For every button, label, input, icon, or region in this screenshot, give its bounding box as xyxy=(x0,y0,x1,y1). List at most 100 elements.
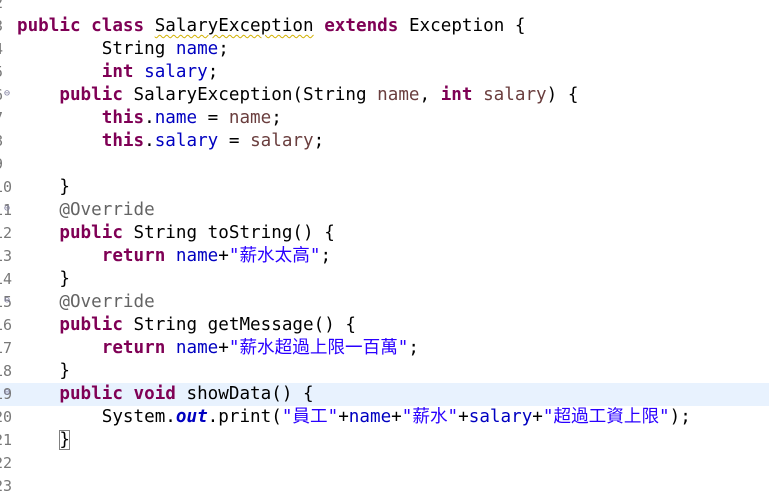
code-token: int xyxy=(440,85,473,105)
code-line[interactable]: 9 xyxy=(0,153,769,176)
line-number: 23 xyxy=(0,477,13,495)
line-number: 3 xyxy=(0,15,3,38)
code-line[interactable]: 15⊖ @Override xyxy=(0,291,769,314)
code-text[interactable]: this.salary = salary; xyxy=(17,130,324,153)
code-text[interactable]: } xyxy=(17,429,70,452)
code-line[interactable]: 20 System.out.print("員工"+name+"薪水"+salar… xyxy=(0,406,769,429)
code-token: } xyxy=(17,269,70,289)
fold-collapse-icon[interactable]: ⊖ xyxy=(4,295,10,307)
code-line[interactable]: 23 xyxy=(0,475,769,498)
code-text[interactable]: public class SalaryException extends Exc… xyxy=(17,15,525,38)
code-token: void xyxy=(133,384,176,404)
code-line[interactable]: 2 xyxy=(0,0,769,15)
code-token: , xyxy=(419,85,441,105)
code-text[interactable]: public SalaryException(String name, int … xyxy=(17,84,578,107)
code-line[interactable]: 19⊖ public void showData() { xyxy=(0,383,769,406)
code-text[interactable]: } xyxy=(17,176,70,199)
fold-collapse-icon[interactable]: ⊖ xyxy=(4,387,10,399)
code-editor[interactable]: 23 public class SalaryException extends E… xyxy=(0,0,769,495)
code-line[interactable]: 10 } xyxy=(0,176,769,199)
code-token: ; xyxy=(271,108,282,128)
code-text[interactable]: @Override xyxy=(17,291,154,314)
code-token: Exception { xyxy=(398,16,526,36)
code-text[interactable]: return name+"薪水超過上限一百萬"; xyxy=(17,337,419,360)
code-line[interactable]: 6⊖ public SalaryException(String name, i… xyxy=(0,84,769,107)
code-text[interactable]: public void showData() { xyxy=(17,383,313,406)
code-line[interactable]: 22 xyxy=(0,452,769,475)
code-line[interactable]: 12 public String toString() { xyxy=(0,222,769,245)
line-gutter: 11⊖ xyxy=(0,199,14,222)
line-number: 13 xyxy=(0,247,13,265)
line-number: 16 xyxy=(0,316,13,334)
code-line[interactable]: 7 this.name = name; xyxy=(0,107,769,130)
code-token: ; xyxy=(313,131,325,151)
code-token: name xyxy=(154,108,198,128)
code-token: salary xyxy=(468,407,533,427)
code-text[interactable]: public String toString() { xyxy=(17,222,334,245)
code-token: ; xyxy=(408,338,419,358)
line-gutter: 16 xyxy=(0,314,14,337)
code-token: + xyxy=(391,407,402,427)
code-token: + xyxy=(338,407,349,427)
line-number: 2 xyxy=(0,0,3,15)
code-token: this xyxy=(101,131,145,151)
code-line[interactable]: 21 } xyxy=(0,429,769,452)
code-line[interactable]: 3 public class SalaryException extends Ex… xyxy=(0,15,769,38)
code-line[interactable]: 4 String name; xyxy=(0,38,769,61)
code-text[interactable]: } xyxy=(17,360,70,383)
code-text[interactable]: } xyxy=(17,268,70,291)
code-text[interactable]: int salary; xyxy=(17,61,219,84)
code-line[interactable]: 11⊖ @Override xyxy=(0,199,769,222)
line-gutter: 9 xyxy=(0,153,14,176)
code-token: salary xyxy=(154,131,219,151)
line-gutter: 19⊖ xyxy=(0,383,14,406)
code-token: public xyxy=(59,85,123,105)
line-gutter: 3 xyxy=(0,15,14,38)
line-number: 7 xyxy=(0,107,3,130)
code-line[interactable]: 18 } xyxy=(0,360,769,383)
line-gutter: 23 xyxy=(0,475,14,498)
code-token: name xyxy=(228,108,272,128)
line-gutter: 18 xyxy=(0,360,14,383)
code-token: extends xyxy=(324,16,399,36)
line-number: 18 xyxy=(0,362,13,380)
line-number: 8 xyxy=(0,130,3,153)
code-token: ; xyxy=(320,246,332,266)
code-token: this xyxy=(101,108,145,128)
code-token: + xyxy=(218,338,229,358)
code-text[interactable]: @Override xyxy=(17,199,155,222)
code-token: name xyxy=(377,85,420,105)
line-number: 12 xyxy=(0,224,13,242)
code-text[interactable]: public String getMessage() { xyxy=(17,314,356,337)
code-line[interactable]: 16 public String getMessage() { xyxy=(0,314,769,337)
line-gutter: 8 xyxy=(0,130,14,153)
fold-collapse-icon[interactable]: ⊖ xyxy=(4,203,10,215)
code-line[interactable]: 8 this.salary = salary; xyxy=(0,130,769,153)
code-line[interactable]: 17 return name+"薪水超過上限一百萬"; xyxy=(0,337,769,360)
code-token: name xyxy=(175,246,219,266)
line-number: 6 xyxy=(0,84,3,107)
code-line[interactable]: 13 return name+"薪水太高"; xyxy=(0,245,769,268)
fold-collapse-icon[interactable]: ⊖ xyxy=(4,88,10,100)
code-line[interactable]: 14 } xyxy=(0,268,769,291)
line-gutter: 14 xyxy=(0,268,14,291)
line-number: 14 xyxy=(0,270,13,288)
code-text[interactable]: String name; xyxy=(17,38,229,61)
code-text[interactable]: System.out.print("員工"+name+"薪水"+salary+"… xyxy=(17,406,691,429)
code-text[interactable]: return name+"薪水太高"; xyxy=(17,245,331,268)
line-number: 4 xyxy=(0,38,3,61)
code-text[interactable]: this.name = name; xyxy=(17,107,282,130)
code-line[interactable]: 5 int salary; xyxy=(0,61,769,84)
code-token: salary xyxy=(250,131,314,151)
code-token: public xyxy=(59,384,123,404)
code-token: @Override xyxy=(59,200,155,220)
